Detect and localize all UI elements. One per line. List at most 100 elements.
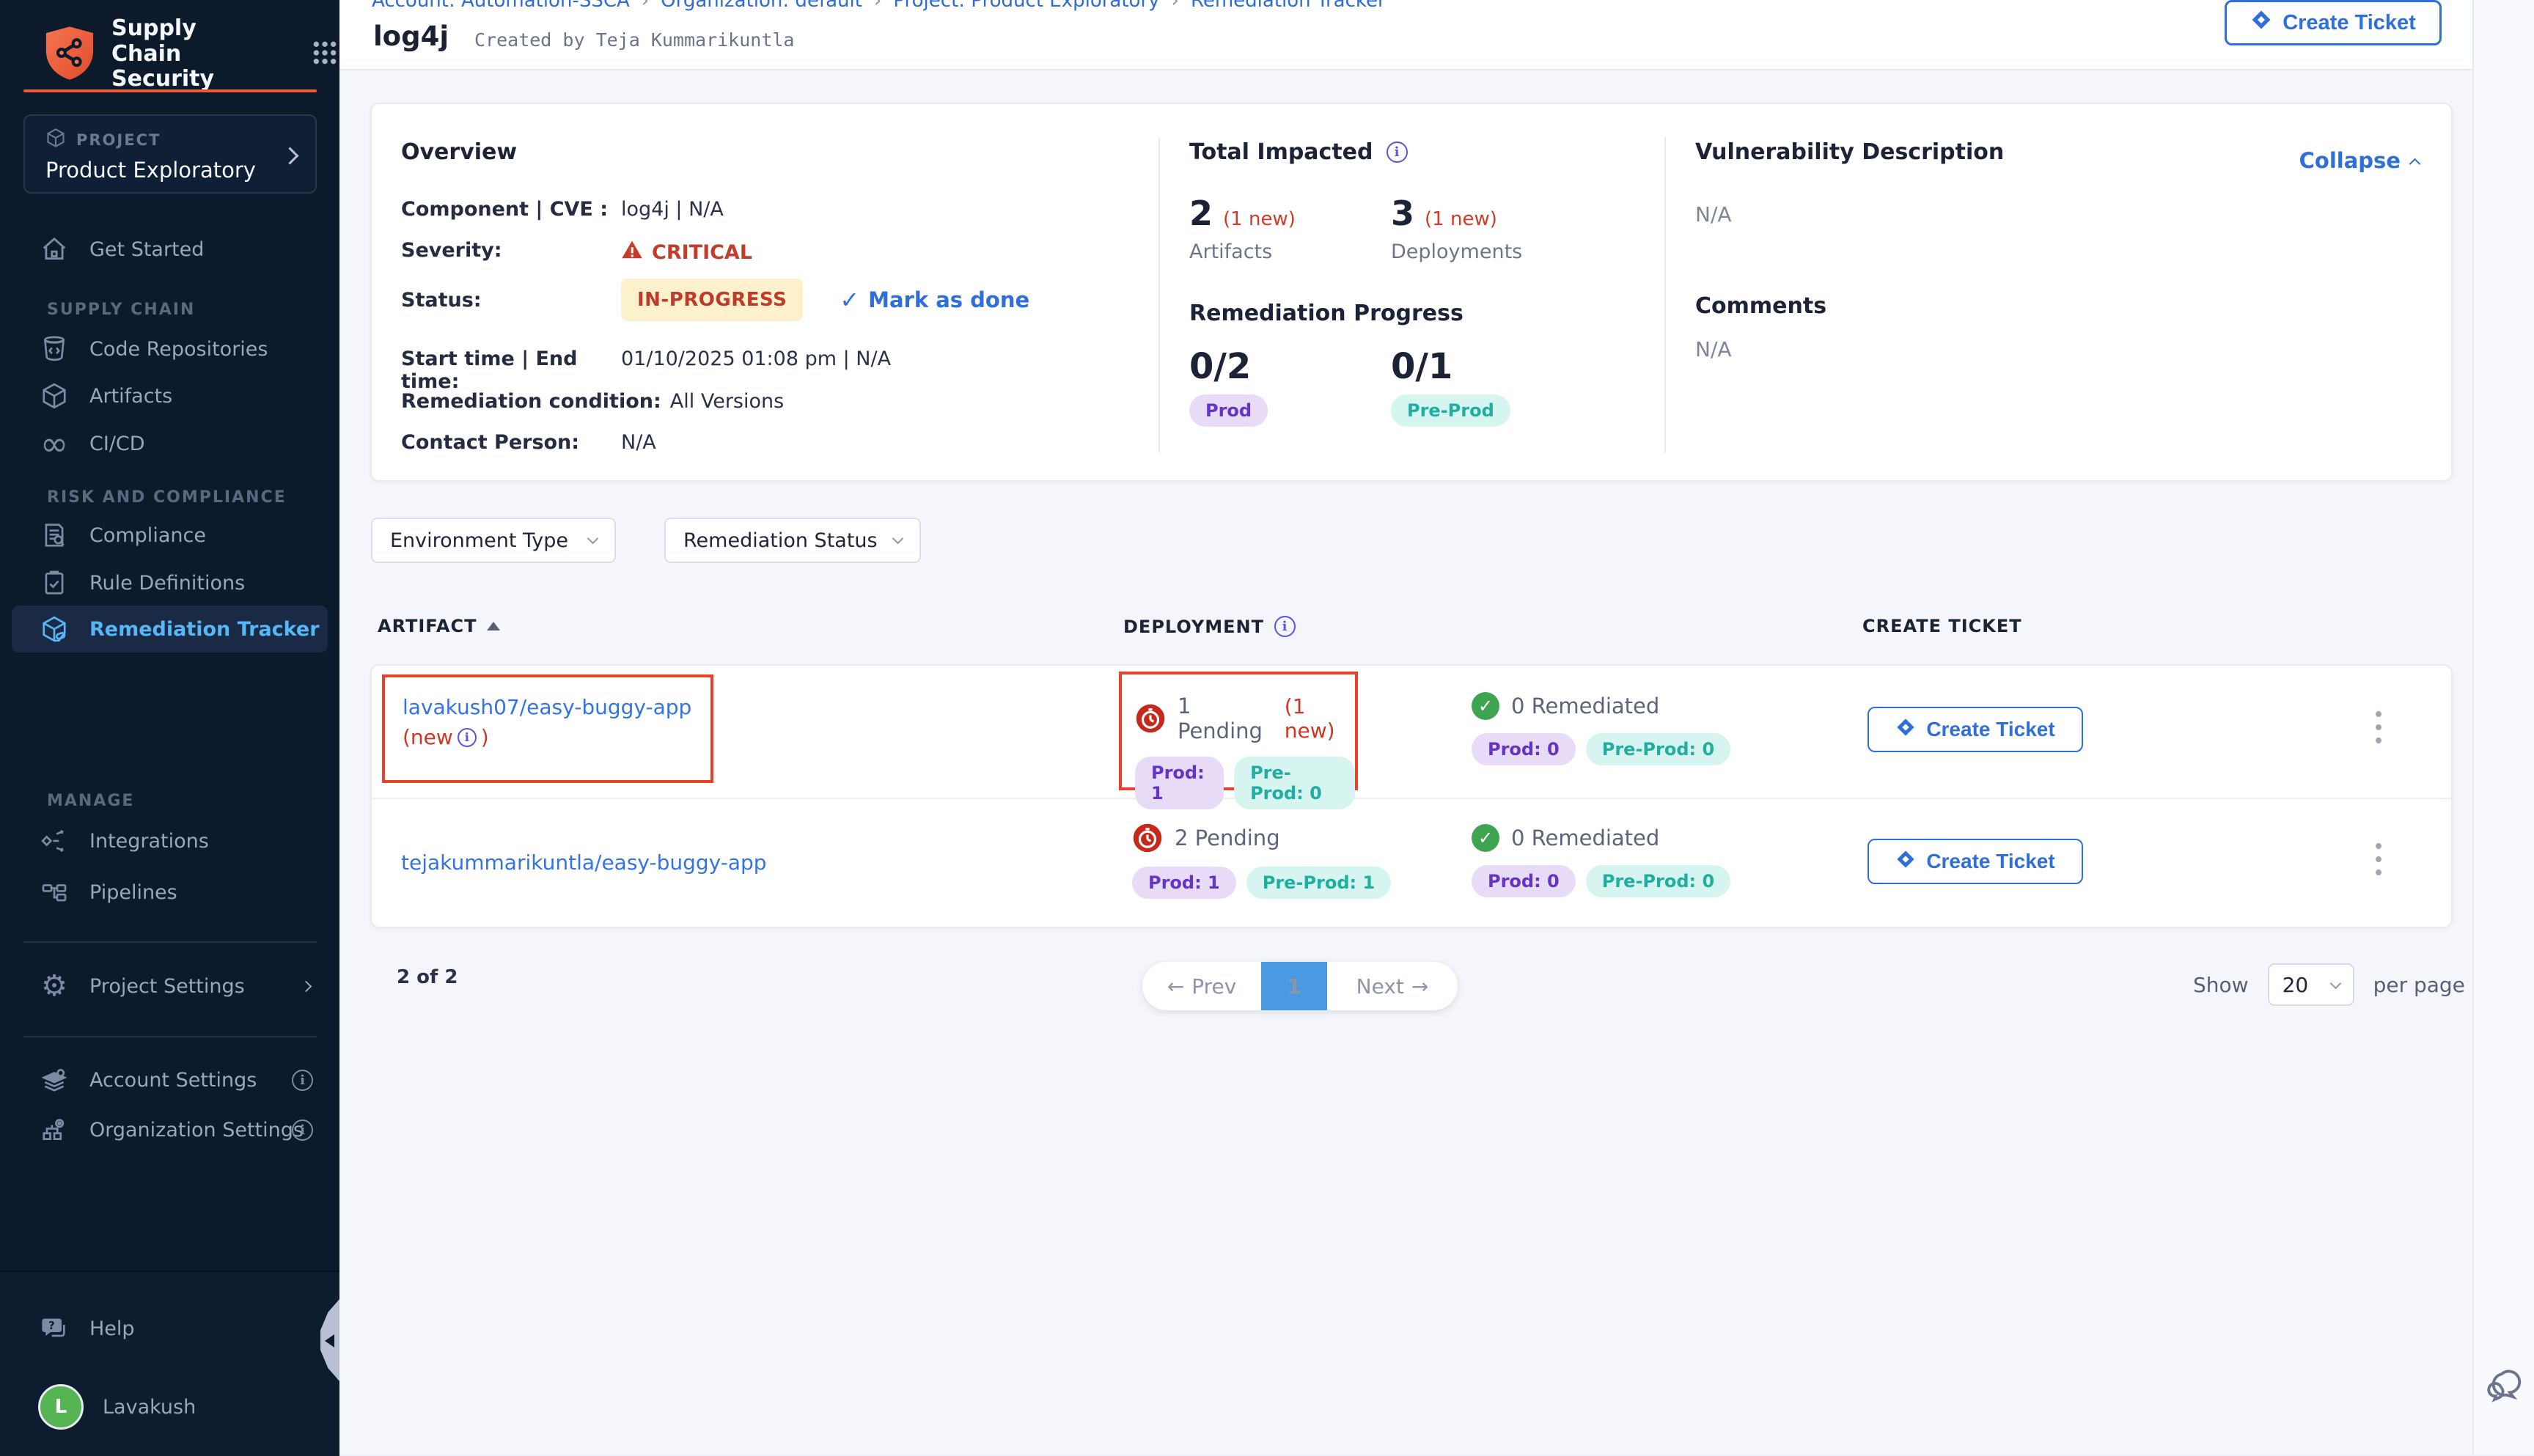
component-cve-value: log4j | N/A: [621, 198, 724, 221]
row-create-ticket-button[interactable]: Create Ticket: [1868, 839, 2083, 884]
remediation-status-dropdown[interactable]: Remediation Status: [664, 518, 921, 563]
sidebar-item-code-repositories[interactable]: Code Repositories: [0, 326, 339, 372]
project-name: Product Exploratory: [45, 158, 301, 183]
sidebar-item-artifacts[interactable]: Artifacts: [0, 372, 339, 419]
annotation-box-deployment: 1 Pending (1 new) Prod: 1 Pre-Prod: 0: [1119, 672, 1358, 790]
breadcrumb-page[interactable]: Remediation Tracker: [1191, 0, 1386, 12]
info-icon[interactable]: [458, 728, 477, 747]
feedback-chat-icon[interactable]: [2484, 1365, 2527, 1411]
severity-text: CRITICAL: [652, 241, 752, 264]
prod-pill: Prod: 0: [1472, 865, 1576, 897]
sidebar-item-label: Get Started: [89, 238, 204, 261]
vulnerability-description-value: N/A: [1695, 202, 1732, 227]
severity-label: Severity:: [401, 239, 621, 266]
app-root: { "brand": { "title": "Supply Chain Secu…: [0, 0, 2534, 1455]
environment-type-label: Environment Type: [390, 529, 568, 552]
layers-gear-icon: [38, 1066, 70, 1094]
column-header-create-ticket: CREATE TICKET: [1862, 616, 2022, 636]
preprod-pill: Pre-Prod: 0: [1586, 733, 1730, 765]
info-icon[interactable]: [292, 1119, 313, 1141]
status-badge: IN-PROGRESS: [621, 279, 803, 321]
project-selector[interactable]: PROJECT Product Exploratory: [23, 114, 317, 194]
remediated-check-icon: [1472, 824, 1499, 852]
arrow-left-icon: ←: [1167, 974, 1184, 999]
sidebar-item-label: Account Settings: [89, 1069, 257, 1092]
pending-new-count: (1 new): [1285, 694, 1355, 743]
brand-title: Supply Chain Security: [111, 16, 272, 92]
artifact-new-badge-close: ): [481, 725, 489, 749]
sidebar-item-remediation-tracker[interactable]: Remediation Tracker: [12, 606, 328, 652]
status-label: Status:: [401, 289, 621, 312]
remediated-cell: 0 Remediated Prod: 0 Pre-Prod: 0: [1472, 824, 1730, 897]
deployment-cell: 2 Pending Prod: 1 Pre-Prod: 1: [1132, 823, 1391, 899]
info-icon[interactable]: [292, 1070, 313, 1091]
time-label: Start time | End time:: [401, 348, 621, 393]
sort-ascending-icon: [487, 622, 500, 630]
show-label: Show: [2193, 973, 2249, 997]
contact-label: Contact Person:: [401, 431, 621, 454]
collapse-link[interactable]: Collapse: [2299, 148, 2419, 173]
column-header-artifact[interactable]: ARTIFACT: [378, 616, 500, 636]
sidebar-item-rule-definitions[interactable]: Rule Definitions: [0, 559, 339, 606]
sidebar-item-label: Pipelines: [89, 881, 177, 904]
sidebar-item-organization-settings[interactable]: Organization Settings: [0, 1106, 339, 1153]
per-page-select[interactable]: 20: [2268, 963, 2354, 1006]
section-risk-compliance: RISK AND COMPLIANCE: [47, 488, 287, 507]
sidebar-item-label: Project Settings: [89, 975, 245, 998]
mark-as-done-link[interactable]: Mark as done: [840, 286, 1029, 314]
info-icon[interactable]: [1274, 616, 1296, 637]
sidebar-divider: [23, 1036, 317, 1037]
breadcrumb-project[interactable]: Project: Product Exploratory: [893, 0, 1159, 12]
sidebar-item-account-settings[interactable]: Account Settings: [0, 1056, 339, 1103]
create-ticket-button[interactable]: Create Ticket: [2225, 0, 2442, 45]
sidebar-item-help[interactable]: ? Help: [0, 1305, 339, 1352]
pipelines-icon: [38, 878, 70, 906]
breadcrumb-account[interactable]: Account: Automation-SSCA: [372, 0, 630, 12]
remediation-progress-title: Remediation Progress: [1189, 301, 1464, 326]
supply-chain-security-logo-icon: [44, 25, 95, 84]
sidebar-item-pipelines[interactable]: Pipelines: [0, 869, 339, 916]
sidebar-user[interactable]: L Lavakush: [0, 1383, 339, 1430]
sidebar-item-get-started[interactable]: Get Started: [0, 226, 339, 273]
row-menu-kebab-icon[interactable]: [2376, 843, 2381, 849]
current-page-button[interactable]: 1: [1261, 962, 1327, 1010]
clipboard-check-icon: [38, 569, 70, 597]
per-page-value: 20: [2283, 973, 2309, 997]
created-by: Created by Teja Kummarikuntla: [474, 29, 795, 51]
breadcrumb-organization[interactable]: Organization: default: [661, 0, 862, 12]
prod-pill: Prod: 1: [1132, 867, 1236, 899]
comments-value: N/A: [1695, 337, 1732, 361]
prev-page-button[interactable]: ← Prev: [1142, 962, 1261, 1010]
sidebar-item-project-settings[interactable]: ⚙ Project Settings: [0, 963, 339, 1010]
pending-count: 2 Pending: [1175, 826, 1280, 850]
impacted-deployments-stat: 3 (1 new) Deployments: [1391, 194, 1522, 263]
artifact-link[interactable]: lavakush07/easy-buggy-app: [403, 695, 691, 719]
avatar: L: [38, 1384, 84, 1430]
next-page-button[interactable]: Next →: [1327, 962, 1458, 1010]
environment-type-dropdown[interactable]: Environment Type: [371, 518, 616, 563]
code-repository-icon: [38, 335, 70, 363]
progress-prod: 0/2 Prod: [1189, 346, 1268, 427]
artifact-link[interactable]: tejakummarikuntla/easy-buggy-app: [401, 850, 767, 875]
gear-icon: ⚙: [38, 971, 70, 1001]
jira-diamond-icon: [2250, 9, 2272, 37]
app-grid-icon[interactable]: [310, 38, 339, 70]
create-ticket-label: Create Ticket: [2283, 11, 2416, 35]
sidebar-item-label: Help: [89, 1317, 135, 1340]
preprod-pill: Pre-Prod: 0: [1586, 865, 1730, 897]
breadcrumb-separator: ›: [874, 0, 881, 12]
sidebar-item-integrations[interactable]: Integrations: [0, 817, 339, 864]
breadcrumb-separator: ›: [1172, 0, 1179, 12]
sidebar-item-cicd[interactable]: ∞ CI/CD: [0, 420, 339, 467]
project-label: PROJECT: [76, 131, 161, 149]
artifacts-stat-label: Artifacts: [1189, 240, 1296, 263]
preprod-pill: Pre-Prod: 0: [1234, 757, 1355, 809]
chevron-up-icon: [2409, 158, 2421, 169]
row-menu-kebab-icon[interactable]: [2376, 711, 2381, 717]
info-icon[interactable]: [1387, 141, 1408, 163]
remediated-count: 0 Remediated: [1511, 826, 1659, 850]
arrow-right-icon: →: [1411, 974, 1428, 999]
sidebar-item-compliance[interactable]: Compliance: [0, 512, 339, 559]
row-create-ticket-button[interactable]: Create Ticket: [1868, 707, 2083, 752]
next-label: Next: [1356, 974, 1404, 999]
